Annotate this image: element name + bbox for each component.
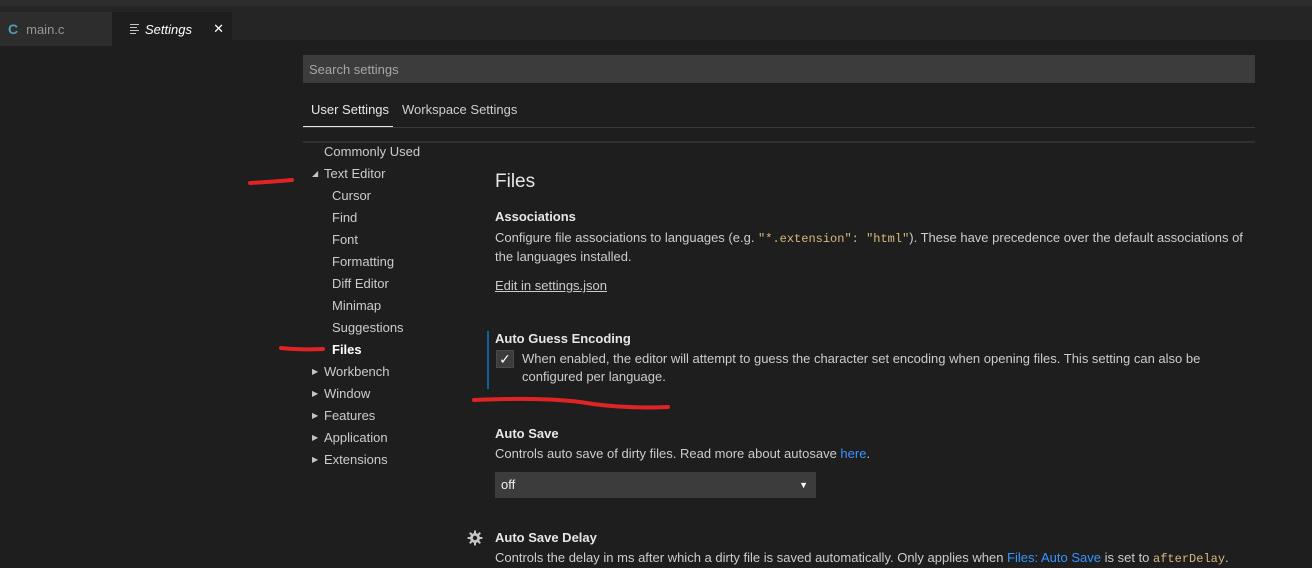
close-icon[interactable]: ✕	[213, 21, 224, 37]
toc-commonly-used[interactable]: Commonly Used	[324, 143, 420, 161]
toc-formatting[interactable]: Formatting	[332, 253, 394, 271]
toc-text-editor[interactable]: Text Editor	[324, 165, 385, 183]
setting-desc-auto-save: Controls auto save of dirty files. Read …	[495, 445, 1260, 463]
annotation-stroke	[248, 178, 294, 185]
settings-scope-tabs: User Settings Workspace Settings	[303, 96, 1255, 128]
tab-settings[interactable]: Settings ✕	[112, 12, 232, 46]
toc-application[interactable]: Application	[324, 429, 388, 447]
toc-suggestions[interactable]: Suggestions	[332, 319, 404, 337]
gear-icon[interactable]	[467, 530, 483, 546]
desc-text: .	[1225, 550, 1229, 565]
annotation-stroke	[279, 346, 325, 352]
toc-find[interactable]: Find	[332, 209, 357, 227]
toc-font[interactable]: Font	[332, 231, 358, 249]
c-file-icon: C	[8, 21, 19, 37]
annotation-stroke	[472, 396, 670, 410]
tab-workspace-settings[interactable]: Workspace Settings	[402, 102, 517, 127]
code-snippet: afterDelay	[1153, 552, 1226, 566]
section-title: Files	[495, 171, 536, 192]
select-value: off	[501, 477, 516, 492]
chevron-down-icon: ▼	[799, 480, 808, 490]
setting-title-auto-save: Auto Save	[495, 426, 559, 441]
setting-title-associations: Associations	[495, 209, 576, 224]
toc-extensions[interactable]: Extensions	[324, 451, 388, 469]
tab-user-settings[interactable]: User Settings	[311, 102, 389, 127]
setting-title-auto-save-delay: Auto Save Delay	[495, 530, 597, 545]
collapsed-arrow-icon[interactable]: ▶	[312, 451, 318, 469]
toc-minimap[interactable]: Minimap	[332, 297, 381, 315]
toc-diff-editor[interactable]: Diff Editor	[332, 275, 389, 293]
focus-indicator	[487, 331, 489, 389]
tab-label: Settings	[145, 21, 192, 37]
files-auto-save-link[interactable]: Files: Auto Save	[1007, 550, 1101, 565]
desc-text: Controls the delay in ms after which a d…	[495, 550, 1008, 565]
code-snippet: "*.extension": "html"	[758, 232, 910, 246]
auto-save-select[interactable]: off ▼	[495, 472, 816, 498]
toc-cursor[interactable]: Cursor	[332, 187, 371, 205]
toc-files[interactable]: Files	[332, 341, 362, 359]
collapsed-arrow-icon[interactable]: ▶	[312, 429, 318, 447]
divider	[303, 141, 1255, 143]
desc-text: Configure file associations to languages…	[495, 230, 759, 245]
edit-in-settings-json-link[interactable]: Edit in settings.json	[495, 278, 607, 293]
desc-text: .	[866, 446, 871, 461]
expanded-arrow-icon[interactable]: ◢	[312, 165, 318, 183]
tab-main-c[interactable]: C main.c	[0, 12, 112, 46]
desc-text: Controls auto save of dirty files. Read …	[495, 446, 841, 461]
settings-lines-icon	[130, 22, 139, 36]
search-settings-input[interactable]	[303, 55, 1255, 83]
tab-label: main.c	[26, 21, 65, 37]
collapsed-arrow-icon[interactable]: ▶	[312, 385, 318, 403]
editor-tab-bar: C main.c Settings ✕	[0, 0, 1312, 46]
setting-desc-auto-save-delay: Controls the delay in ms after which a d…	[495, 549, 1295, 568]
toc-workbench[interactable]: Workbench	[324, 363, 390, 381]
auto-guess-encoding-checkbox[interactable]: ✓	[496, 350, 514, 368]
setting-desc-associations: Configure file associations to languages…	[495, 229, 1260, 266]
autosave-here-link[interactable]: here	[840, 446, 866, 461]
setting-desc-auto-guess-encoding: When enabled, the editor will attempt to…	[522, 351, 1201, 384]
collapsed-arrow-icon[interactable]: ▶	[312, 363, 318, 381]
toc-features[interactable]: Features	[324, 407, 375, 425]
setting-title-auto-guess-encoding: Auto Guess Encoding	[495, 331, 631, 346]
toc-window[interactable]: Window	[324, 385, 370, 403]
active-tab-underline	[303, 126, 393, 127]
desc-text: is set to	[1101, 550, 1154, 565]
collapsed-arrow-icon[interactable]: ▶	[312, 407, 318, 425]
